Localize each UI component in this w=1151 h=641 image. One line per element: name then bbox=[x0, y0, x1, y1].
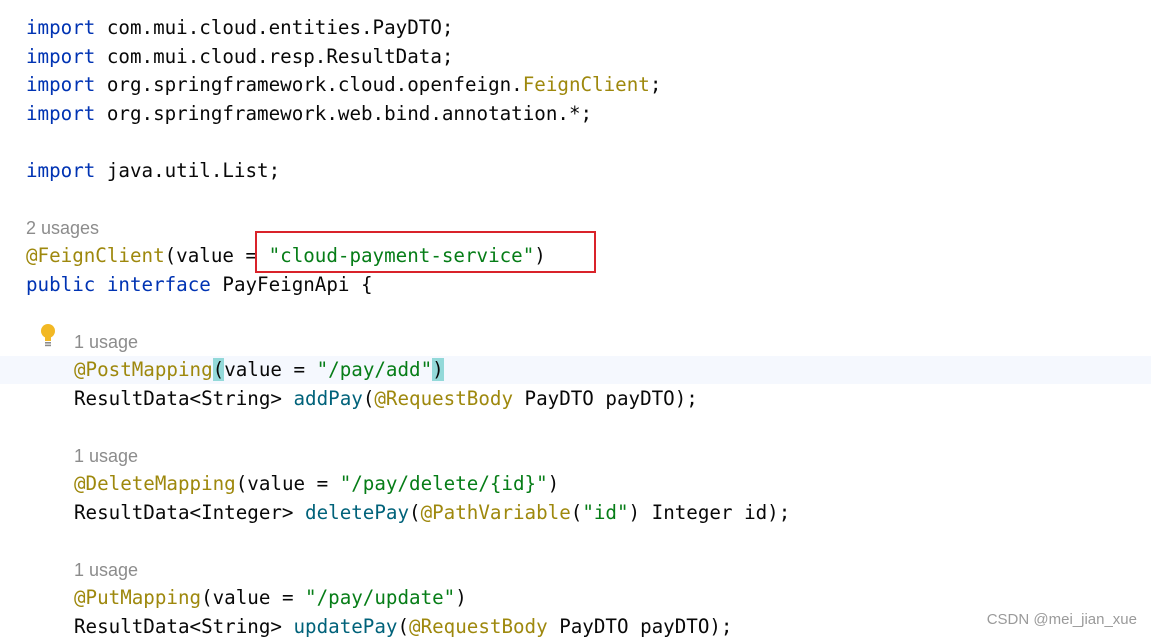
usages-hint[interactable]: 1 usage bbox=[74, 556, 138, 584]
code-text: (value = bbox=[201, 586, 306, 609]
keyword: import bbox=[26, 16, 96, 39]
keyword: import bbox=[26, 45, 96, 68]
method-name: updatePay bbox=[293, 615, 398, 638]
code-line[interactable]: ResultData<String> updatePay(@RequestBod… bbox=[74, 613, 733, 641]
code-text: ( bbox=[362, 387, 375, 410]
code-text: (value = bbox=[164, 244, 269, 267]
code-line[interactable]: import org.springframework.web.bind.anno… bbox=[26, 100, 592, 128]
code-line[interactable]: import com.mui.cloud.entities.PayDTO; bbox=[26, 14, 453, 42]
keyword: interface bbox=[106, 273, 211, 296]
code-text: ResultData<Integer> bbox=[74, 501, 306, 524]
class-ref: FeignClient bbox=[522, 73, 650, 96]
string-literal: "/pay/delete/{id}" bbox=[339, 472, 548, 495]
code-text: ( bbox=[570, 501, 583, 524]
annotation: @PathVariable bbox=[420, 501, 571, 524]
usages-hint[interactable]: 1 usage bbox=[74, 328, 138, 356]
keyword: import bbox=[26, 159, 96, 182]
code-text: ( bbox=[397, 615, 410, 638]
annotation: @PostMapping bbox=[74, 358, 213, 381]
code-line[interactable]: @PutMapping(value = "/pay/update") bbox=[74, 584, 467, 612]
code-text: value = bbox=[224, 358, 317, 381]
annotation: @FeignClient bbox=[26, 244, 165, 267]
code-text: ( bbox=[409, 501, 421, 524]
annotation: @RequestBody bbox=[409, 615, 548, 638]
red-highlight-box bbox=[255, 231, 596, 273]
keyword: import bbox=[26, 102, 96, 125]
watermark: CSDN @mei_jian_xue bbox=[986, 611, 1137, 628]
usages-hint[interactable]: 1 usage bbox=[74, 442, 138, 470]
string-literal: "/pay/add" bbox=[316, 358, 433, 381]
method-name: deletePay bbox=[305, 501, 410, 524]
annotation: @DeleteMapping bbox=[74, 472, 236, 495]
code-line[interactable]: ResultData<String> addPay(@RequestBody P… bbox=[74, 385, 698, 413]
annotation: @RequestBody bbox=[374, 387, 513, 410]
code-text: java.util.List; bbox=[95, 159, 281, 182]
code-line[interactable]: import com.mui.cloud.resp.ResultData; bbox=[26, 43, 453, 71]
code-text: ; bbox=[649, 73, 662, 96]
code-text: org.springframework.cloud.openfeign. bbox=[95, 73, 523, 96]
annotation: @PutMapping bbox=[74, 586, 202, 609]
code-text: ResultData<String> bbox=[74, 387, 294, 410]
code-line[interactable]: ResultData<Integer> deletePay(@PathVaria… bbox=[74, 499, 790, 527]
code-text: com.mui.cloud.resp.ResultData; bbox=[95, 45, 454, 68]
code-text: PayDTO payDTO); bbox=[513, 387, 698, 410]
code-line[interactable]: import org.springframework.cloud.openfei… bbox=[26, 71, 661, 99]
code-text: com.mui.cloud.entities.PayDTO; bbox=[95, 16, 454, 39]
code-text: org.springframework.web.bind.annotation.… bbox=[95, 102, 593, 125]
code-text: ) bbox=[455, 586, 467, 609]
method-name: addPay bbox=[293, 387, 363, 410]
code-text: (value = bbox=[235, 472, 340, 495]
code-text: ) bbox=[547, 472, 560, 495]
usages-hint[interactable]: 2 usages bbox=[26, 214, 99, 242]
matched-paren: ( bbox=[212, 358, 225, 381]
keyword: import bbox=[26, 73, 96, 96]
code-line[interactable]: @DeleteMapping(value = "/pay/delete/{id}… bbox=[74, 470, 559, 498]
code-text: PayDTO payDTO); bbox=[547, 615, 733, 638]
code-line[interactable]: public interface PayFeignApi { bbox=[26, 271, 373, 299]
matched-paren: ) bbox=[432, 358, 444, 381]
code-line[interactable]: @PostMapping(value = "/pay/add") bbox=[74, 356, 444, 384]
code-editor[interactable]: import com.mui.cloud.entities.PayDTO; im… bbox=[0, 0, 1151, 638]
keyword: public bbox=[26, 273, 96, 296]
code-text: ) Integer id); bbox=[628, 501, 791, 524]
code-text: PayFeignApi { bbox=[210, 273, 373, 296]
code-line[interactable]: import java.util.List; bbox=[26, 157, 280, 185]
lightbulb-icon[interactable] bbox=[38, 322, 58, 348]
string-literal: "id" bbox=[582, 501, 629, 524]
string-literal: "/pay/update" bbox=[305, 586, 456, 609]
code-text: ResultData<String> bbox=[74, 615, 294, 638]
